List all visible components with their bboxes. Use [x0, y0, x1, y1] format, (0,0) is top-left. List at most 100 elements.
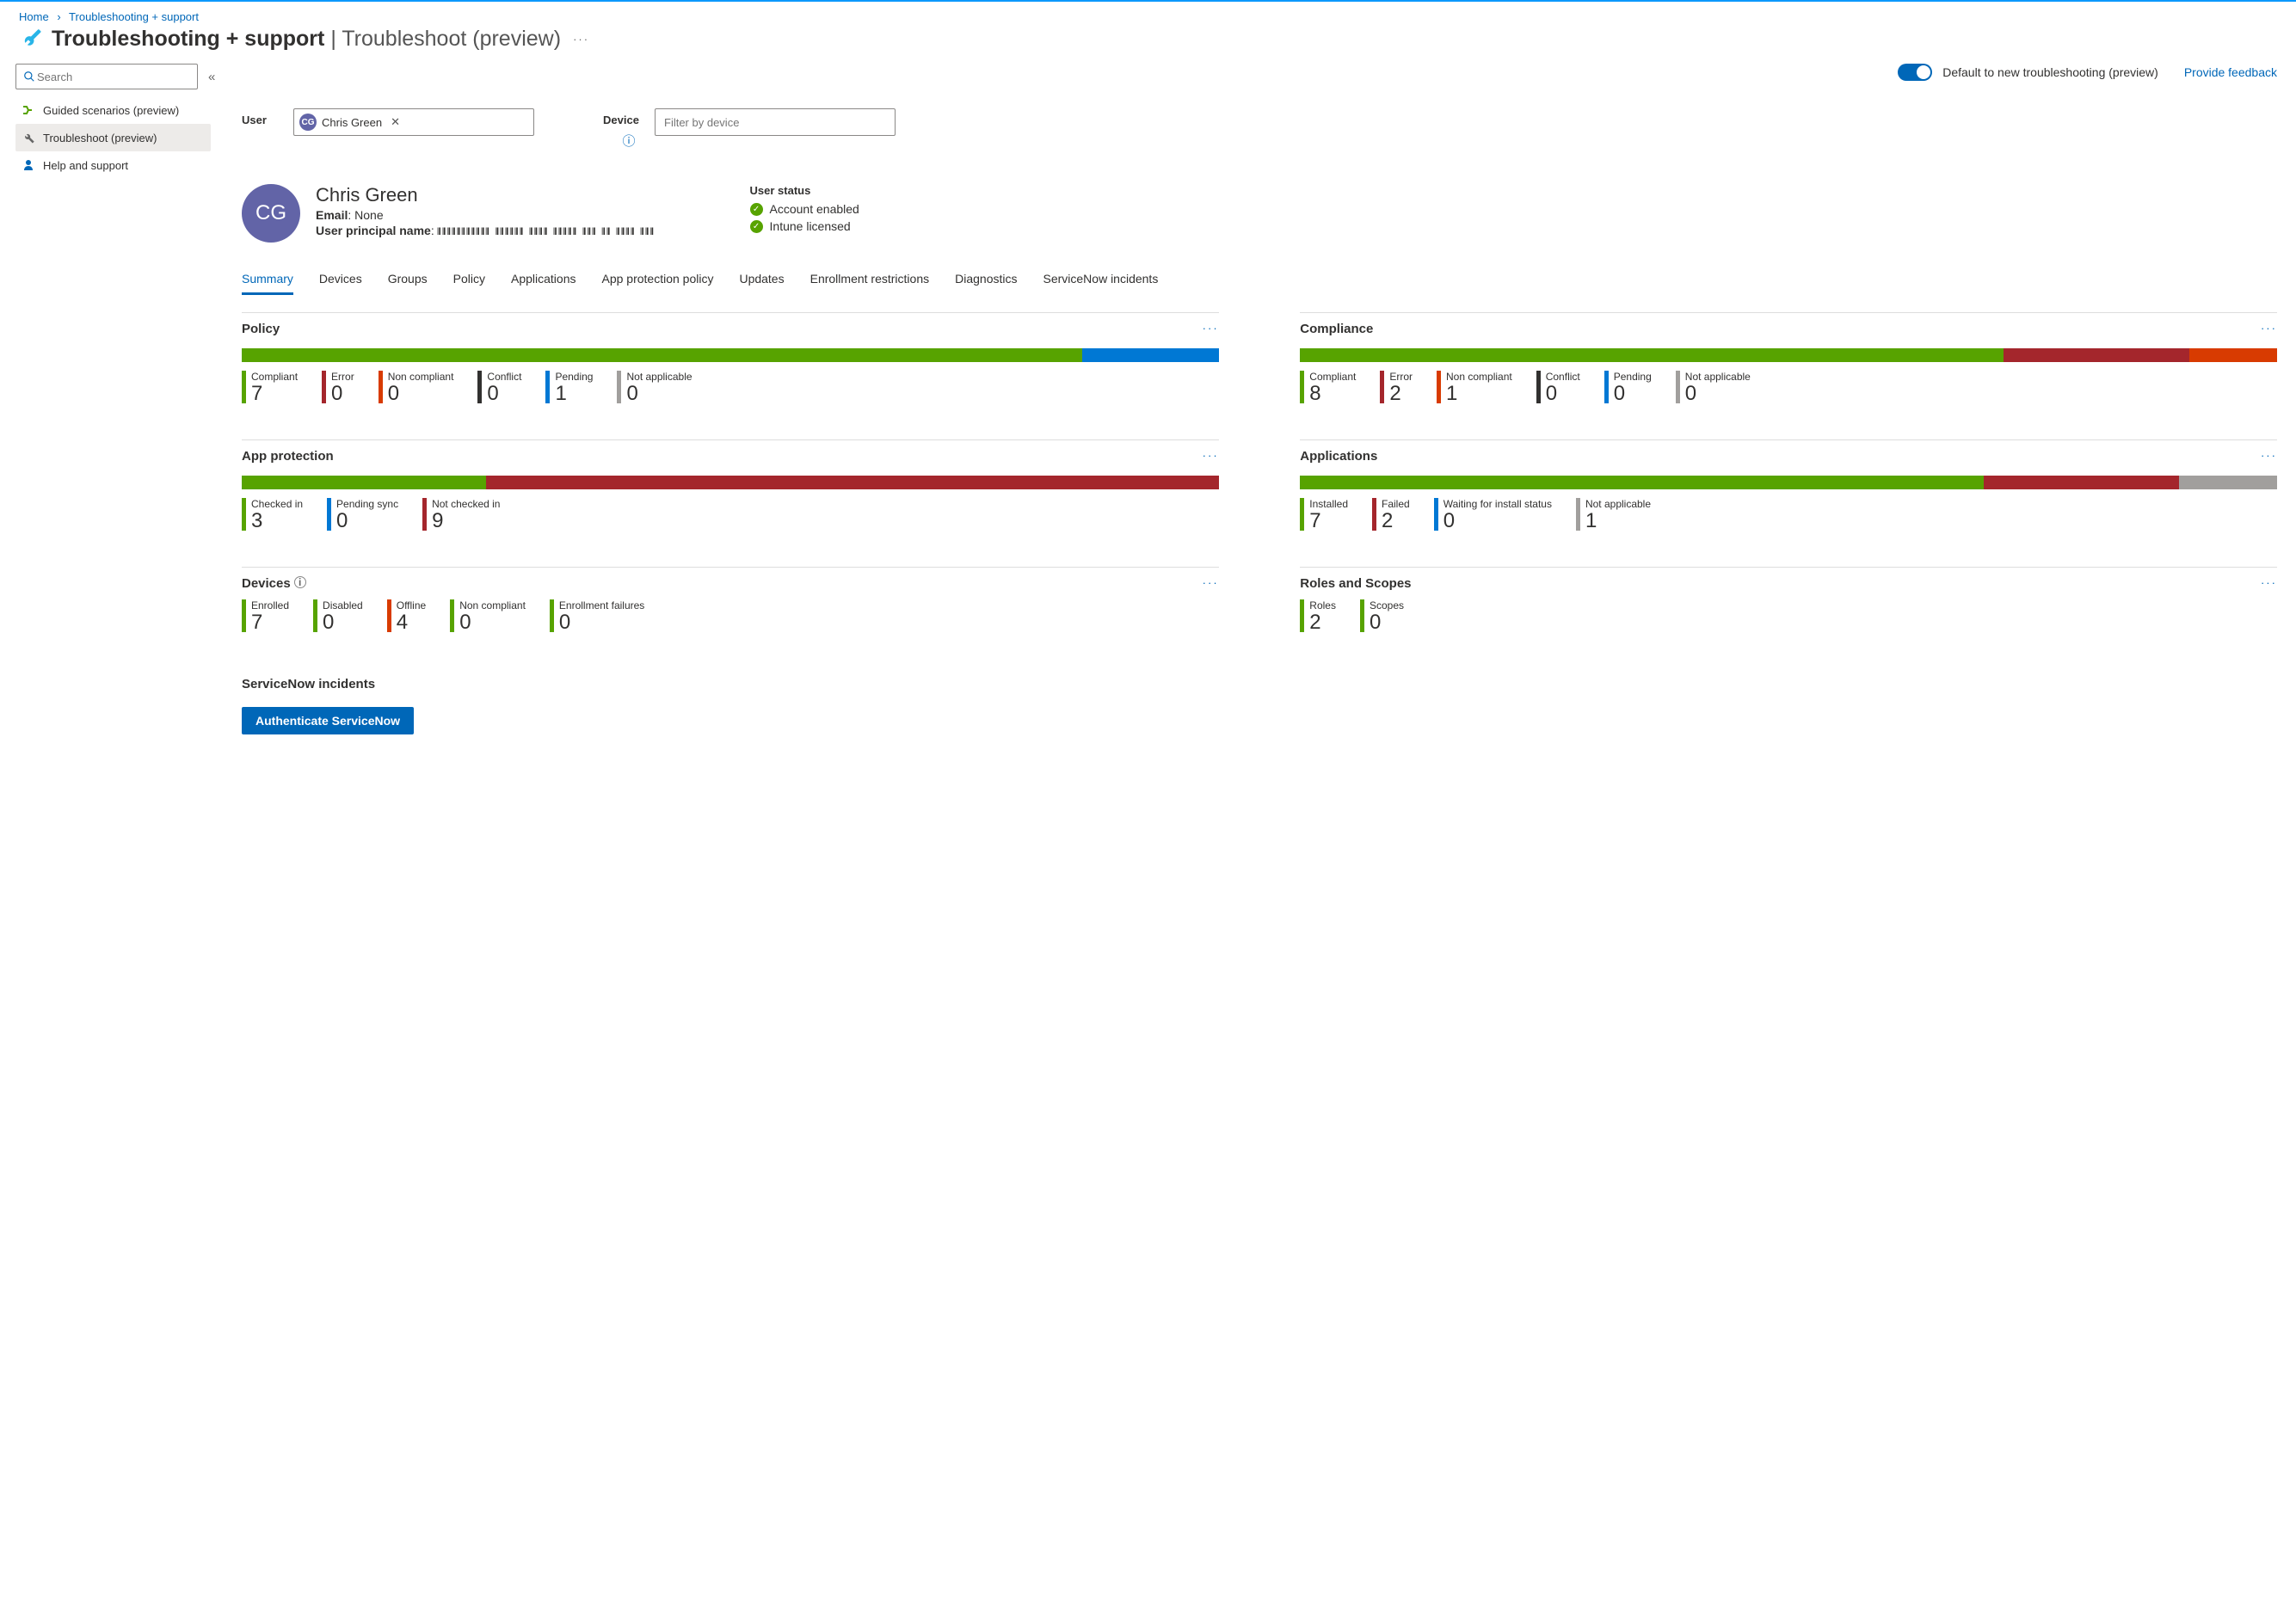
default-troubleshooting-toggle[interactable]: [1898, 64, 1932, 81]
tab-diagnostics[interactable]: Diagnostics: [955, 265, 1017, 295]
user-status-block: User status ✓Account enabled ✓Intune lic…: [750, 184, 859, 243]
stat-offline: Offline4: [387, 599, 426, 634]
user-chip-name: Chris Green: [322, 116, 382, 129]
tab-groups[interactable]: Groups: [388, 265, 428, 295]
card-menu-button[interactable]: ···: [2261, 449, 2277, 464]
stats-row: Enrolled7 Disabled0 Offline4 Non compliant0…: [242, 599, 1219, 639]
sidebar-search[interactable]: [15, 64, 198, 89]
user-display-name: Chris Green: [316, 184, 656, 206]
stat-not-checked-in: Not checked in9: [422, 498, 500, 532]
card-title: Applications: [1300, 449, 1377, 464]
stat-value: 0: [1443, 510, 1552, 532]
nav-help-support[interactable]: Help and support: [15, 151, 211, 179]
title-more-button[interactable]: ···: [573, 33, 589, 46]
card-policy: Policy···Compliant7Error0Non compliant0C…: [242, 312, 1219, 410]
breadcrumb-current[interactable]: Troubleshooting + support: [69, 10, 199, 23]
breadcrumb: Home › Troubleshooting + support: [0, 2, 2296, 27]
nav-troubleshoot[interactable]: Troubleshoot (preview): [15, 124, 211, 151]
stat-value: 0: [487, 383, 521, 405]
user-chip: CG Chris Green ✕: [299, 114, 400, 131]
servicenow-title: ServiceNow incidents: [242, 677, 2277, 691]
tabs: Summary Devices Groups Policy Applications Ap…: [242, 265, 2277, 295]
title-bar: Troubleshooting + support | Troubleshoot…: [0, 27, 2296, 60]
status-intune-licensed: ✓Intune licensed: [750, 219, 859, 233]
card-title: Compliance: [1300, 322, 1373, 336]
user-chip-remove[interactable]: ✕: [391, 115, 400, 129]
breadcrumb-home[interactable]: Home: [19, 10, 49, 23]
stat-scopes: Scopes0: [1360, 599, 1404, 634]
stat-label: Pending: [1614, 371, 1652, 383]
stat-installed: Installed7: [1300, 498, 1348, 532]
stat-non-compliant: Non compliant0: [450, 599, 526, 634]
card-menu-button[interactable]: ···: [1203, 322, 1219, 336]
card-menu-button[interactable]: ···: [1203, 576, 1219, 591]
card-title: Devicesi: [242, 576, 306, 591]
user-principal-name: ||||||||||| |||||| |||| ||||| ||| || |||…: [438, 228, 656, 240]
device-filter-input[interactable]: [655, 108, 896, 136]
stat-waiting-for-install-status: Waiting for install status0: [1434, 498, 1552, 532]
stat-label: Pending: [555, 371, 593, 383]
stat-label: Disabled: [323, 599, 363, 611]
stat-value: 0: [336, 510, 398, 532]
status-bar: [242, 476, 1219, 489]
stat-value: 0: [388, 383, 454, 405]
stat-error: Error0: [322, 371, 354, 405]
tab-applications[interactable]: Applications: [511, 265, 576, 295]
stat-value: 0: [1614, 383, 1652, 405]
stat-value: 0: [323, 611, 363, 634]
stat-value: 2: [1309, 611, 1336, 634]
stat-label: Pending sync: [336, 498, 398, 510]
stat-value: 8: [1309, 383, 1356, 405]
card-devices: Devicesi ··· Enrolled7 Disabled0 Offline4 Non…: [242, 567, 1219, 639]
stats-row: Roles2 Scopes0: [1300, 599, 2277, 639]
check-icon: ✓: [750, 203, 763, 216]
card-menu-button[interactable]: ···: [1203, 449, 1219, 464]
stat-conflict: Conflict0: [477, 371, 521, 405]
stat-label: Non compliant: [388, 371, 454, 383]
stat-label: Enrollment failures: [559, 599, 644, 611]
stat-value: 2: [1382, 510, 1410, 532]
stat-not-applicable: Not applicable1: [1576, 498, 1651, 532]
stat-label: Waiting for install status: [1443, 498, 1552, 510]
tab-devices[interactable]: Devices: [319, 265, 362, 295]
stat-label: Not applicable: [626, 371, 692, 383]
info-icon[interactable]: i: [294, 576, 306, 588]
card-menu-button[interactable]: ···: [2261, 322, 2277, 336]
stat-label: Scopes: [1370, 599, 1404, 611]
user-filter-label: User: [242, 108, 293, 126]
stats-row: Compliant7Error0Non compliant0Conflict0P…: [242, 371, 1219, 410]
stat-compliant: Compliant8: [1300, 371, 1356, 405]
card-menu-button[interactable]: ···: [2261, 576, 2277, 591]
stat-checked-in: Checked in3: [242, 498, 303, 532]
nav-guided-scenarios[interactable]: Guided scenarios (preview): [15, 96, 211, 124]
card-appprot: App protection ··· Checked in3 Pending sync…: [242, 439, 1219, 538]
nav-item-label: Guided scenarios (preview): [43, 104, 179, 117]
tab-enrollment-restrictions[interactable]: Enrollment restrictions: [810, 265, 930, 295]
tab-updates[interactable]: Updates: [739, 265, 784, 295]
stat-value: 0: [1370, 611, 1404, 634]
stat-pending: Pending1: [545, 371, 593, 405]
tab-policy[interactable]: Policy: [453, 265, 485, 295]
user-chip-avatar: CG: [299, 114, 317, 131]
device-filter-field[interactable]: [662, 109, 888, 135]
tab-app-protection-policy[interactable]: App protection policy: [601, 265, 713, 295]
stat-value: 7: [251, 611, 289, 634]
user-filter-input[interactable]: CG Chris Green ✕: [293, 108, 534, 136]
stat-value: 0: [331, 383, 354, 405]
tab-summary[interactable]: Summary: [242, 265, 293, 295]
provide-feedback-link[interactable]: Provide feedback: [2184, 65, 2277, 79]
stat-label: Compliant: [1309, 371, 1356, 383]
stat-label: Error: [331, 371, 354, 383]
authenticate-servicenow-button[interactable]: Authenticate ServiceNow: [242, 707, 414, 734]
stat-label: Enrolled: [251, 599, 289, 611]
stat-value: 4: [397, 611, 426, 634]
stat-label: Roles: [1309, 599, 1336, 611]
card-title: App protection: [242, 449, 334, 464]
stat-label: Error: [1389, 371, 1413, 383]
nav-item-label: Troubleshoot (preview): [43, 132, 157, 144]
sidebar-search-input[interactable]: [35, 70, 190, 84]
stat-non-compliant: Non compliant0: [379, 371, 454, 405]
device-info-icon[interactable]: ⓘ: [603, 132, 655, 150]
tab-servicenow-incidents[interactable]: ServiceNow incidents: [1043, 265, 1158, 295]
stat-enrolled: Enrolled7: [242, 599, 289, 634]
